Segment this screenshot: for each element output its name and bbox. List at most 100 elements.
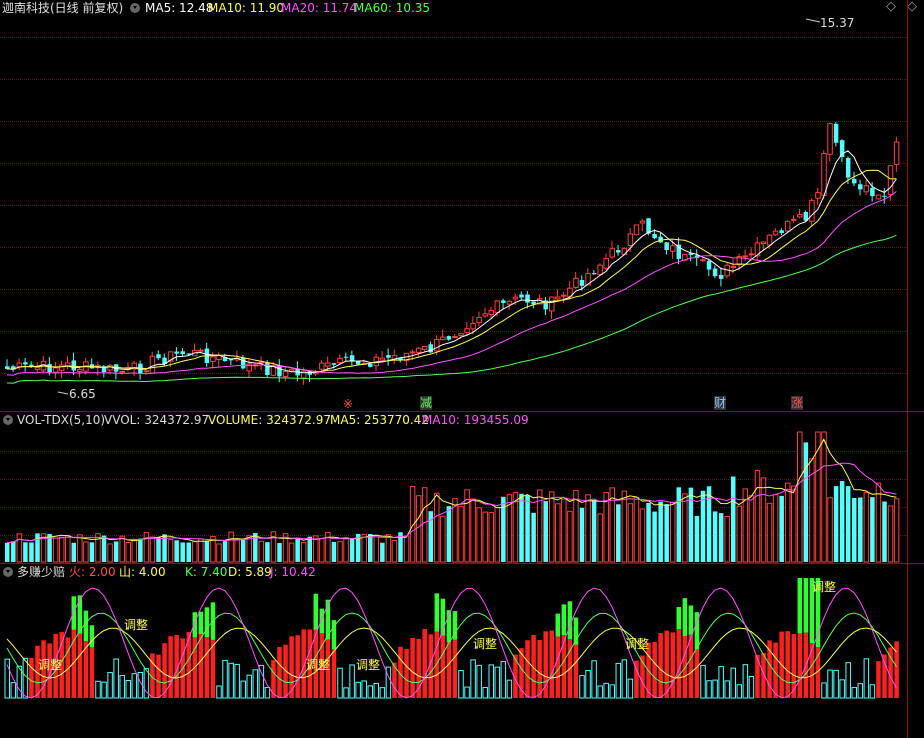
adjust-label: 调整: [625, 637, 650, 651]
candle-body: [355, 361, 361, 365]
event-marker-note[interactable]: ※: [343, 397, 353, 411]
volume-bar: [627, 503, 634, 563]
osc-bar: [700, 664, 706, 699]
osc-signal-bar: [797, 578, 803, 634]
k-readout: K: 7.40: [185, 565, 228, 579]
volume-bar: [228, 531, 234, 563]
osc-signal-bar: [676, 607, 682, 630]
mountain-readout: 山: 4.00: [119, 565, 166, 579]
osc-bar: [482, 687, 488, 699]
osc-bar: [615, 662, 622, 699]
osc-bar: [361, 680, 367, 699]
osc-signal-bar: [313, 593, 319, 630]
osc-signal-bar: [561, 604, 567, 636]
osc-bar: [706, 680, 712, 699]
candle-body: [791, 218, 797, 221]
candle-body: [149, 355, 156, 374]
osc-bar: [373, 682, 380, 699]
osc-bar: [404, 648, 409, 698]
volume-bar: [295, 538, 300, 562]
candle-body: [174, 351, 179, 354]
volume-bar: [83, 541, 89, 563]
adjust-label: 调整: [356, 658, 381, 672]
osc-signal-bar: [198, 611, 204, 635]
candle-body: [143, 370, 150, 373]
osc-bar: [712, 679, 718, 699]
diamond-icon[interactable]: ◇: [886, 0, 896, 14]
volume-bar: [543, 501, 548, 562]
volume-bar: [29, 542, 34, 562]
volume-bar: [766, 502, 773, 563]
candle-body: [458, 333, 464, 336]
osc-bar: [476, 664, 482, 699]
osc-bar: [198, 634, 204, 698]
volume-bar: [512, 492, 519, 563]
chevron-down-icon[interactable]: [130, 3, 140, 13]
candle-body: [180, 351, 185, 355]
volume-bar: [579, 507, 585, 562]
osc-bar: [688, 634, 694, 698]
volume-bar: [603, 491, 609, 563]
volume-bar: [23, 542, 28, 562]
candle-body: [875, 194, 882, 200]
candle-body: [488, 309, 494, 316]
volume-bar: [391, 540, 398, 563]
osc-bar: [440, 635, 446, 698]
candle-body: [779, 230, 784, 234]
volume-bar: [882, 501, 887, 562]
osc-bar: [210, 639, 216, 698]
event-marker-rise[interactable]: 涨: [791, 396, 804, 410]
stock-title: 迦南科技(日线 前复权): [2, 1, 124, 15]
candle-body: [870, 187, 875, 197]
candle-body: [882, 195, 887, 197]
volume-chart: [5, 431, 900, 563]
chevron-down-icon[interactable]: [3, 415, 13, 425]
volume-bar: [125, 541, 131, 563]
candle-body: [47, 364, 52, 373]
candle-body: [627, 233, 634, 246]
event-marker-finance[interactable]: 财: [714, 396, 727, 410]
volume-bar: [138, 538, 143, 562]
osc-signal-bar: [204, 607, 210, 638]
volume-bar: [58, 536, 65, 563]
osc-bar: [658, 632, 663, 698]
osc-bar: [89, 647, 95, 698]
volume-bar: [682, 493, 688, 563]
osc-indicator-name: 多赚少赔: [17, 565, 66, 579]
osc-bar: [857, 683, 864, 699]
chevron-down-icon[interactable]: [3, 567, 13, 577]
volume-bar: [772, 494, 779, 563]
high-price-label: 15.37: [820, 16, 855, 30]
osc-signal-bar: [688, 605, 694, 635]
osc-bar: [379, 687, 386, 699]
candle-body: [16, 362, 23, 368]
osc-bar: [506, 679, 513, 699]
diamond-icon[interactable]: ◇: [907, 0, 917, 14]
osc-bar: [494, 666, 501, 699]
volume-bar: [664, 504, 669, 562]
osc-signal-bar: [71, 596, 77, 630]
volume-bar: [639, 508, 646, 563]
volume-bar: [797, 431, 803, 563]
volume-bar: [265, 542, 270, 562]
osc-bar: [22, 657, 29, 699]
candle-body: [58, 364, 65, 371]
d-readout: D: 5.89: [228, 565, 272, 579]
adjust-label: 调整: [306, 658, 331, 672]
low-price-label: 6.65: [69, 387, 96, 401]
osc-bar: [652, 641, 657, 698]
osc-bar: [295, 635, 300, 698]
osc-bar: [676, 629, 682, 698]
candle-body: [519, 294, 524, 298]
event-marker-reduce[interactable]: 减: [420, 396, 433, 410]
volume-bar: [718, 513, 724, 562]
volume-bar: [791, 485, 797, 563]
adjust-label: 调整: [812, 580, 837, 594]
candle-body: [742, 255, 749, 258]
volume-bar: [858, 497, 863, 562]
candle-body: [706, 260, 712, 270]
osc-bar: [591, 660, 597, 699]
candle-body: [512, 296, 519, 300]
volume-bar: [446, 506, 452, 562]
fire-readout: 火: 2.00: [69, 565, 116, 579]
